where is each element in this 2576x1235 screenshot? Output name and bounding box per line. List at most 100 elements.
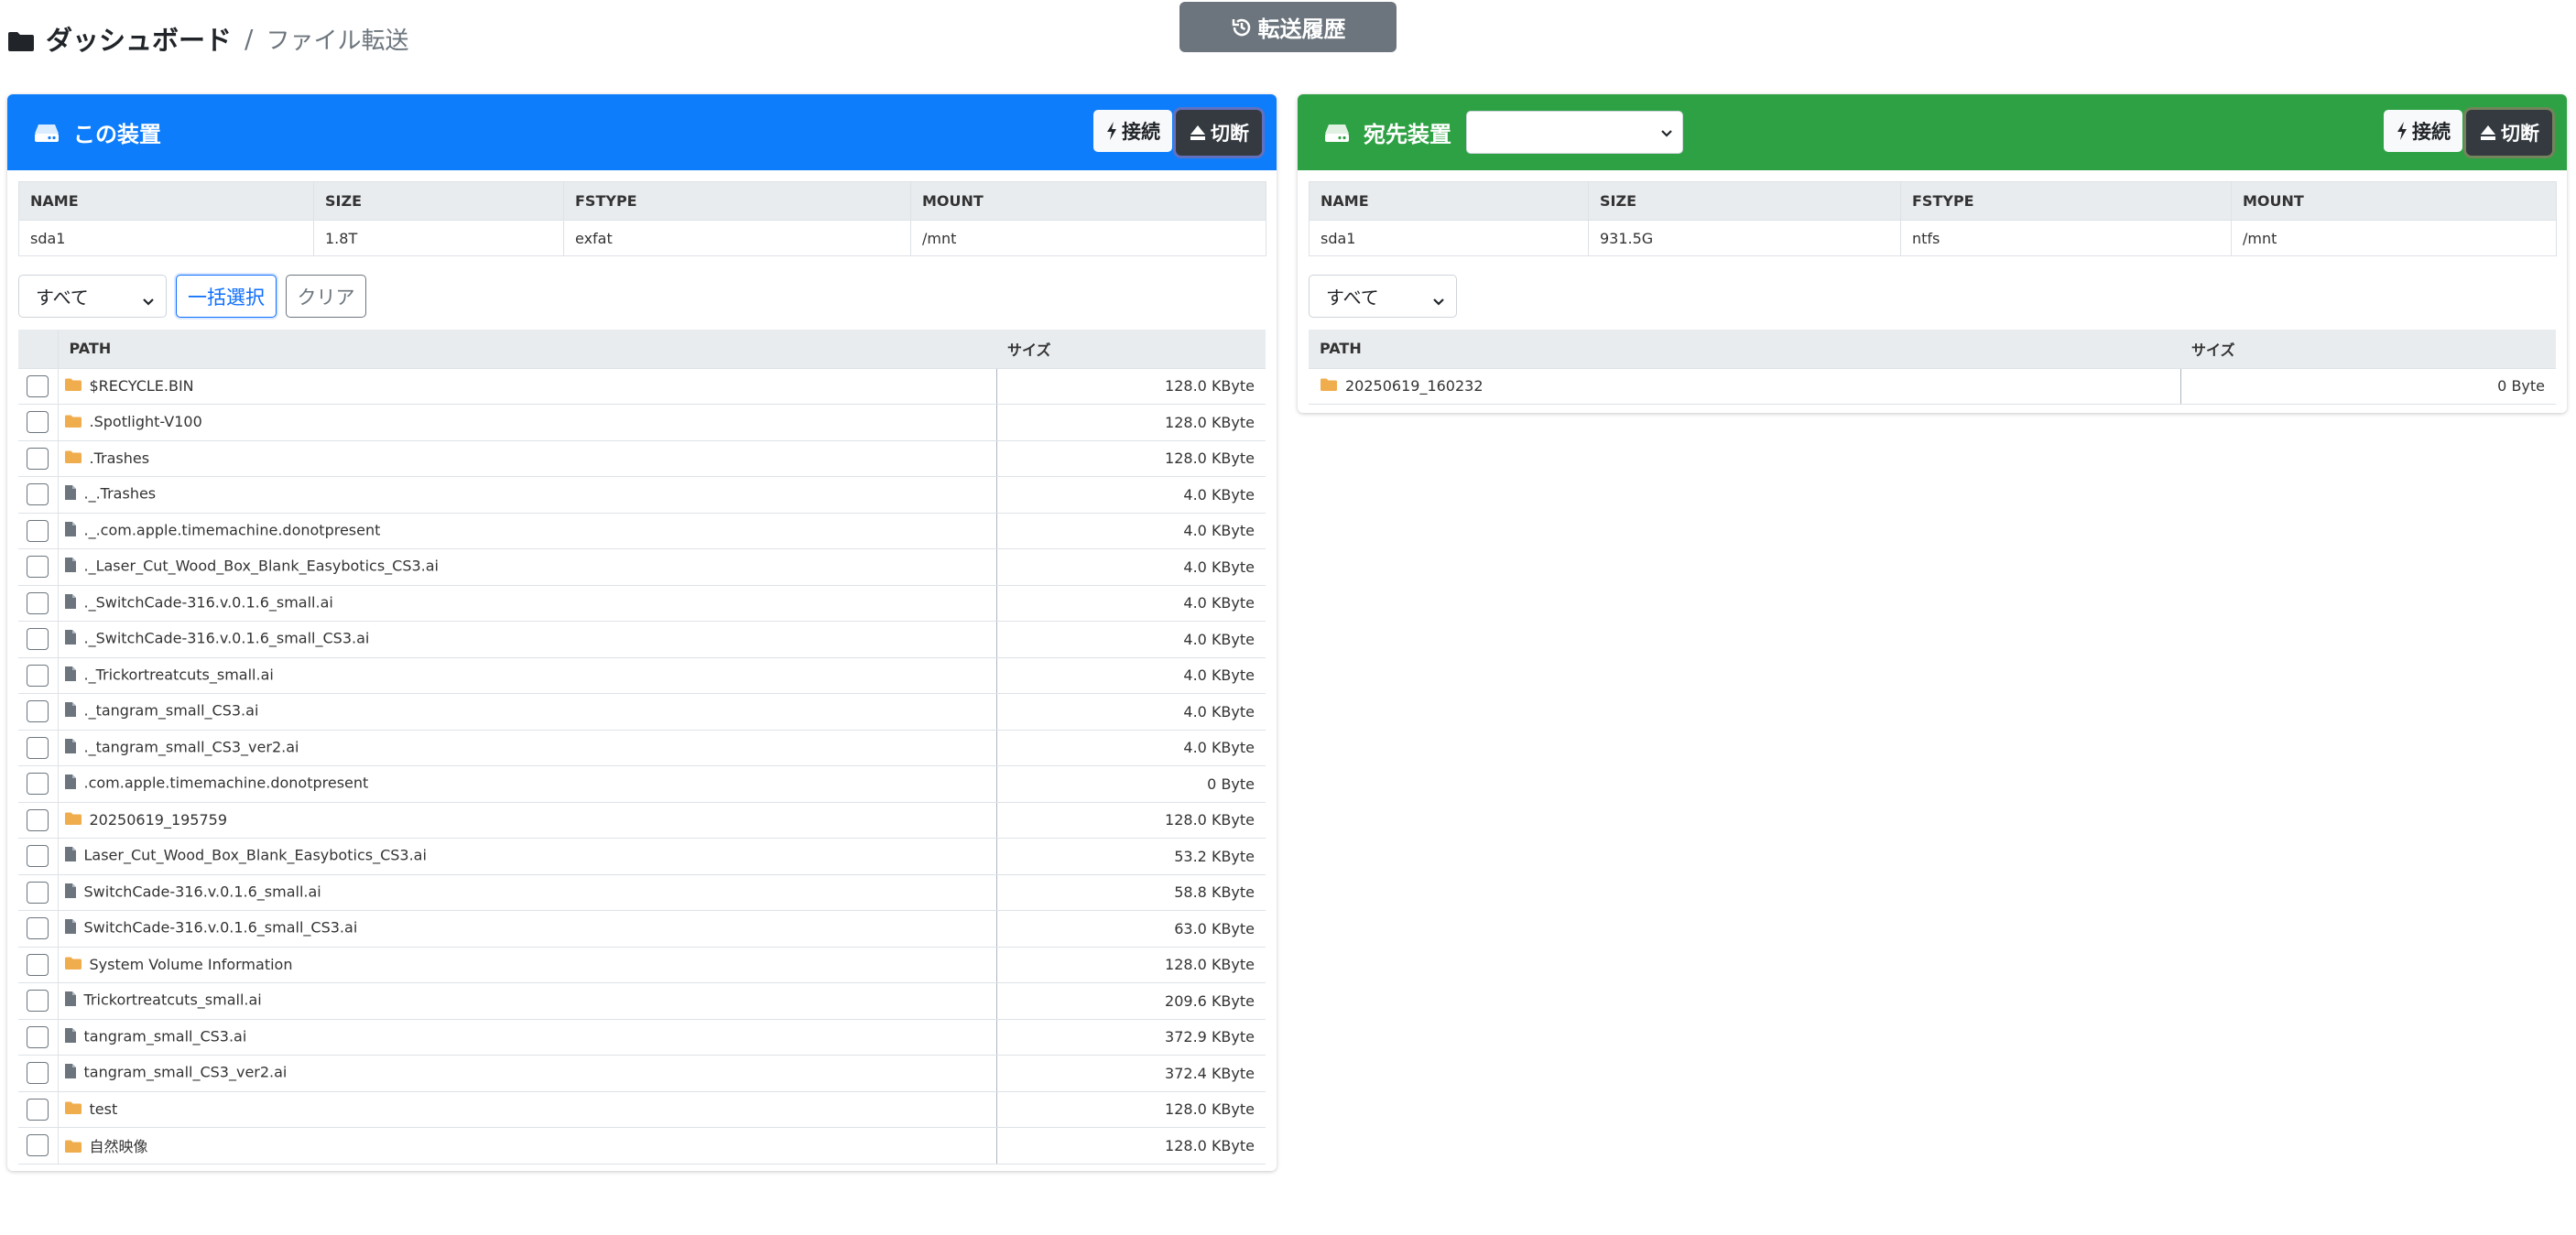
row-checkbox-cell (18, 548, 59, 586)
file-row[interactable]: 20250619_195759 128.0 KByte (18, 802, 1266, 839)
file-row[interactable]: ._tangram_small_CS3.ai 4.0 KByte (18, 693, 1266, 731)
file-row[interactable]: .Trashes 128.0 KByte (18, 440, 1266, 477)
row-checkbox[interactable] (27, 1098, 49, 1121)
file-row[interactable]: ._SwitchCade-316.v.0.1.6_small_CS3.ai 4.0… (18, 621, 1266, 658)
destination-connect-button[interactable]: 接続 (2384, 109, 2462, 152)
file-row[interactable]: System Volume Information 128.0 KByte (18, 947, 1266, 983)
row-checkbox[interactable] (27, 556, 49, 579)
row-checkbox[interactable] (27, 808, 49, 831)
path-cell: .Spotlight-V100 (58, 404, 997, 441)
row-checkbox[interactable] (27, 700, 49, 723)
row-checkbox[interactable] (27, 845, 49, 868)
row-checkbox-cell (18, 874, 59, 911)
file-row[interactable]: Laser_Cut_Wood_Box_Blank_Easybotics_CS3.… (18, 838, 1266, 875)
path-cell: Trickortreatcuts_small.ai (58, 982, 997, 1020)
file-row[interactable]: ._Trickortreatcuts_small.ai 4.0 KByte (18, 657, 1266, 694)
path-cell: .Trashes (58, 440, 997, 477)
file-path: ._.Trashes (83, 484, 157, 503)
row-checkbox[interactable] (27, 773, 49, 796)
transfer-history-button[interactable]: 転送履歴 (1179, 2, 1397, 52)
clear-button[interactable]: クリア (286, 275, 366, 318)
path-cell: ._.com.apple.timemachine.donotpresent (58, 513, 997, 549)
path-cell: tangram_small_CS3.ai (58, 1019, 997, 1056)
row-checkbox[interactable] (27, 990, 49, 1013)
file-size: 128.0 KByte (996, 1091, 1266, 1128)
destination-disconnect-button[interactable]: 切断 (2466, 109, 2552, 156)
checkbox-col-header (18, 330, 59, 369)
row-checkbox[interactable] (27, 664, 49, 687)
file-size: 128.0 KByte (996, 404, 1266, 441)
source-connect-button[interactable]: 接続 (1093, 109, 1172, 152)
destination-filter-select[interactable]: すべて (1309, 275, 1457, 318)
file-row[interactable]: .com.apple.timemachine.donotpresent 0 Byt… (18, 765, 1266, 803)
row-checkbox[interactable] (27, 591, 49, 614)
row-checkbox[interactable] (27, 628, 49, 651)
row-checkbox[interactable] (27, 519, 49, 542)
destination-device-select[interactable] (1466, 111, 1683, 154)
file-row[interactable]: $RECYCLE.BIN 128.0 KByte (18, 368, 1266, 405)
row-checkbox[interactable] (27, 447, 49, 470)
source-file-table: PATH サイズ $RECYCLE.BIN 128.0 KByte .Spotlig… (18, 330, 1266, 1165)
file-row[interactable]: .Spotlight-V100 128.0 KByte (18, 404, 1266, 441)
row-checkbox[interactable] (27, 1062, 49, 1085)
device-col-name: NAME (18, 181, 314, 221)
path-cell: test (58, 1091, 997, 1128)
row-checkbox-cell (18, 476, 59, 514)
file-row[interactable]: ._Laser_Cut_Wood_Box_Blank_Easybotics_CS… (18, 548, 1266, 586)
file-row[interactable]: SwitchCade-316.v.0.1.6_small_CS3.ai 63.0 … (18, 910, 1266, 948)
select-all-button[interactable]: 一括選択 (176, 275, 277, 318)
row-checkbox[interactable] (27, 881, 49, 904)
source-device-panel: この装置 接続 切断 NAME SIZE FSTYPE MOUNT sda1 1… (7, 94, 1277, 1171)
file-row[interactable]: tangram_small_CS3.ai 372.9 KByte (18, 1019, 1266, 1056)
file-icon (64, 1063, 77, 1083)
row-checkbox[interactable] (27, 1025, 49, 1048)
file-size: 128.0 KByte (996, 440, 1266, 477)
device-col-mount: MOUNT (2231, 181, 2557, 221)
row-checkbox-cell (18, 765, 59, 803)
row-checkbox[interactable] (27, 917, 49, 940)
file-size: 128.0 KByte (996, 947, 1266, 983)
path-cell: ._SwitchCade-316.v.0.1.6_small_CS3.ai (58, 621, 997, 658)
file-path: test (89, 1100, 118, 1118)
path-cell: ._tangram_small_CS3.ai (58, 693, 997, 731)
breadcrumb-home-link[interactable]: ダッシュボード (46, 19, 232, 58)
row-checkbox[interactable] (27, 374, 49, 397)
folder-icon (64, 414, 82, 432)
file-row[interactable]: SwitchCade-316.v.0.1.6_small.ai 58.8 KByt… (18, 874, 1266, 911)
file-row[interactable]: ._SwitchCade-316.v.0.1.6_small.ai 4.0 KBy… (18, 585, 1266, 622)
file-row[interactable]: test 128.0 KByte (18, 1091, 1266, 1128)
file-row[interactable]: 自然映像 128.0 KByte (18, 1127, 1266, 1165)
path-cell: ._tangram_small_CS3_ver2.ai (58, 730, 997, 766)
chevron-down-icon (1660, 125, 1673, 143)
row-checkbox[interactable] (27, 953, 49, 976)
eject-icon (2479, 124, 2501, 142)
file-row[interactable]: Trickortreatcuts_small.ai 209.6 KByte (18, 982, 1266, 1020)
row-checkbox[interactable] (27, 411, 49, 434)
file-size: 4.0 KByte (996, 730, 1266, 766)
file-path: ._SwitchCade-316.v.0.1.6_small.ai (83, 593, 333, 612)
folder-icon (64, 956, 82, 974)
file-size: 0 Byte (2180, 368, 2556, 405)
folder-icon (64, 1100, 82, 1119)
row-checkbox[interactable] (27, 736, 49, 759)
file-row[interactable]: ._.Trashes 4.0 KByte (18, 476, 1266, 514)
row-checkbox[interactable] (27, 483, 49, 506)
row-checkbox-cell (18, 693, 59, 731)
row-checkbox-cell (18, 982, 59, 1020)
file-row[interactable]: 20250619_160232 0 Byte (1309, 368, 2556, 405)
file-row[interactable]: ._tangram_small_CS3_ver2.ai 4.0 KByte (18, 730, 1266, 766)
file-path: ._Laser_Cut_Wood_Box_Blank_Easybotics_CS… (83, 557, 440, 575)
row-checkbox[interactable] (27, 1134, 49, 1157)
file-path: ._SwitchCade-316.v.0.1.6_small_CS3.ai (83, 629, 370, 647)
row-checkbox-cell (18, 1091, 59, 1128)
source-filter-select[interactable]: すべて (18, 275, 167, 318)
file-row[interactable]: tangram_small_CS3_ver2.ai 372.4 KByte (18, 1055, 1266, 1092)
lightning-icon (2396, 121, 2412, 141)
row-checkbox-cell (18, 838, 59, 875)
path-col-header: PATH (58, 330, 996, 369)
file-path: .Trashes (89, 449, 150, 467)
source-disconnect-button[interactable]: 切断 (1176, 109, 1262, 156)
file-path: System Volume Information (89, 955, 293, 973)
path-cell: .com.apple.timemachine.donotpresent (58, 765, 997, 803)
file-row[interactable]: ._.com.apple.timemachine.donotpresent 4.0… (18, 513, 1266, 549)
